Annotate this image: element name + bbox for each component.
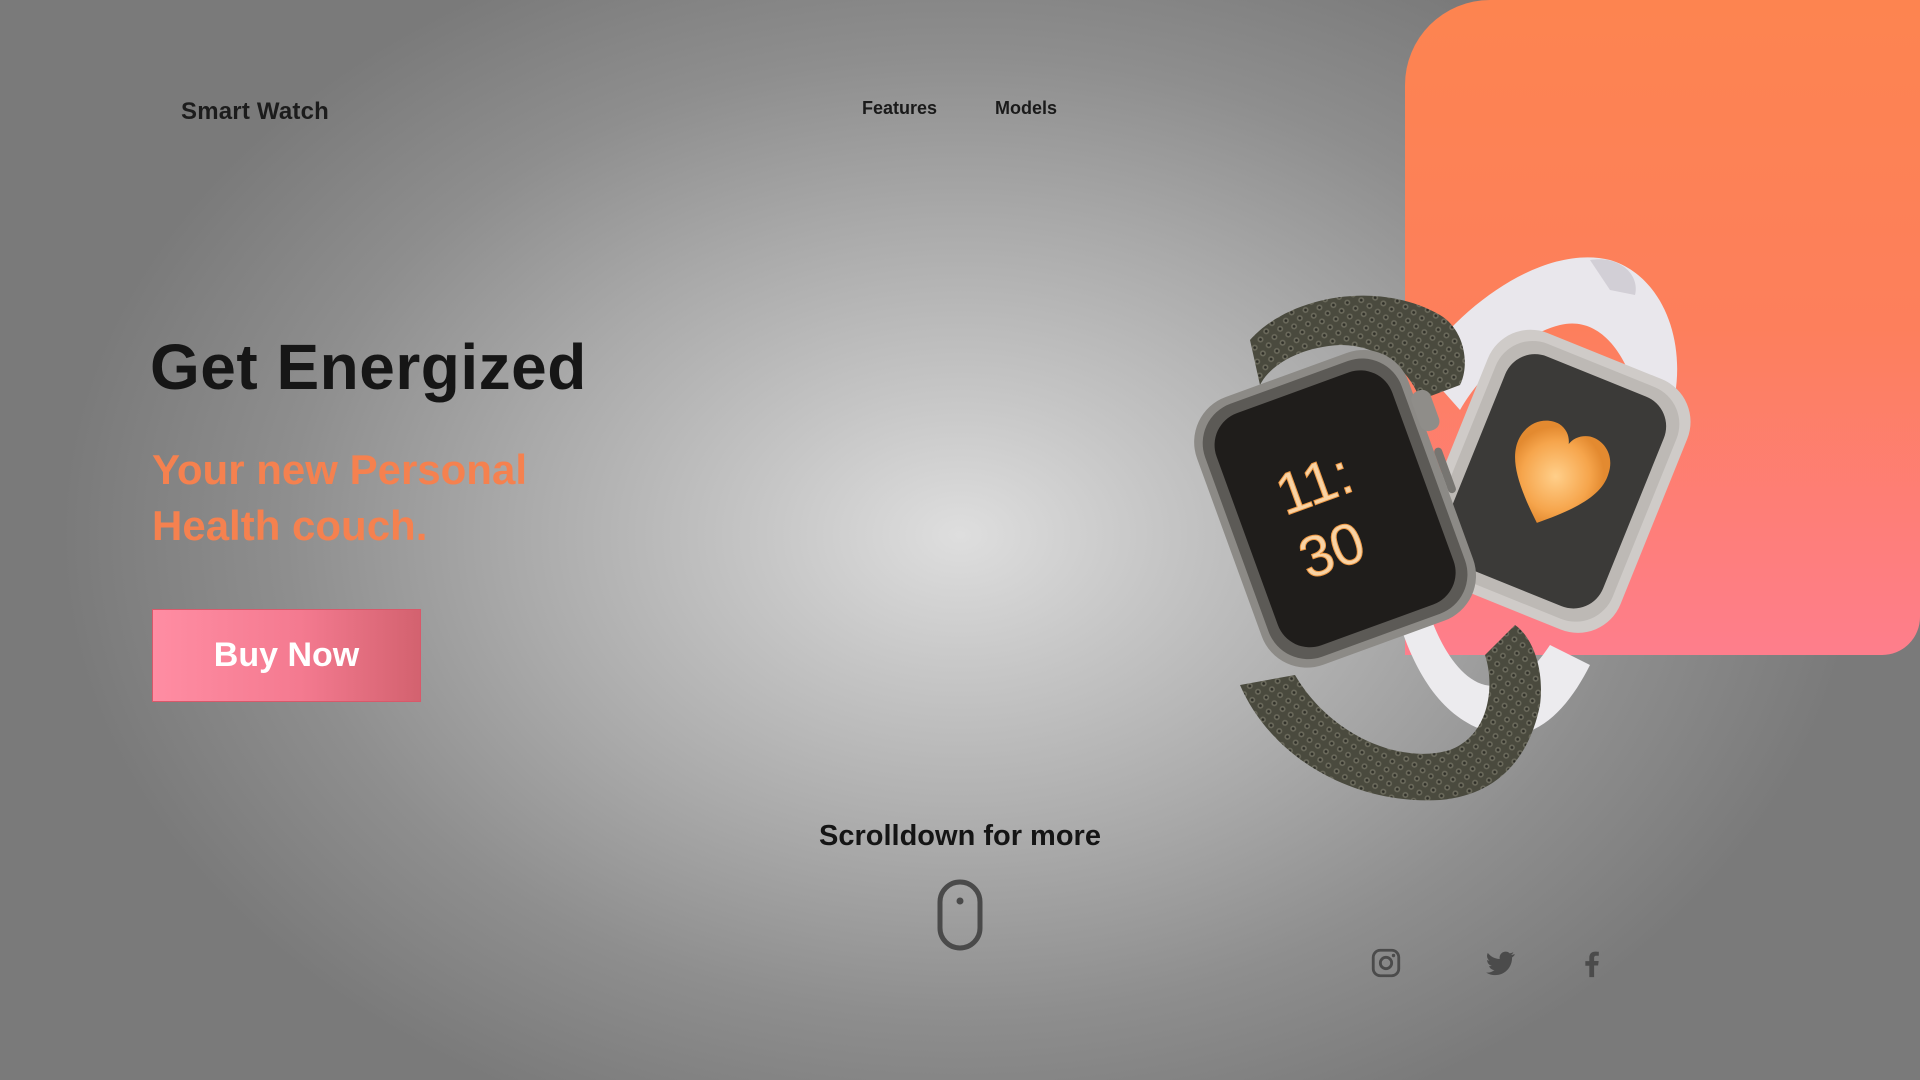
mouse-icon[interactable] (936, 879, 984, 951)
buy-now-button[interactable]: Buy Now (152, 609, 421, 702)
hero-subline: Your new Personal Health couch. (152, 446, 527, 549)
nav-features-link[interactable]: Features (862, 98, 937, 119)
hero-headline: Get Energized (150, 331, 587, 403)
facebook-icon[interactable] (1575, 946, 1609, 980)
smartwatch-product-image: 11: 30 (1194, 257, 1691, 801)
twitter-icon[interactable] (1483, 946, 1517, 980)
scroll-prompt: Scrolldown for more (819, 820, 1101, 852)
brand-logo[interactable]: Smart Watch (181, 98, 329, 126)
main-nav: Features Models (862, 98, 1057, 119)
nav-models-link[interactable]: Models (995, 98, 1057, 119)
instagram-icon[interactable] (1369, 946, 1403, 980)
